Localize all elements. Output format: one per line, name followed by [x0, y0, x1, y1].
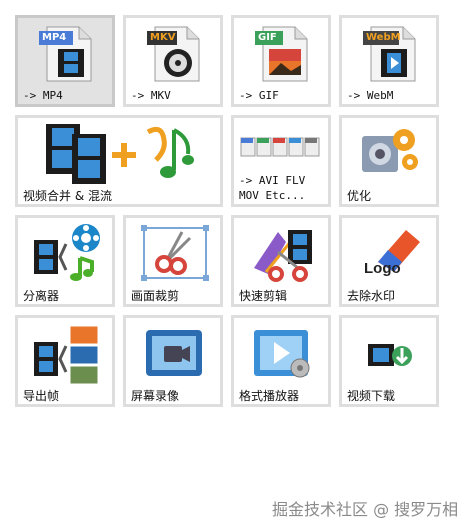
tile-label: 屏幕录像 — [131, 389, 180, 403]
tile-label: -> GIF — [239, 89, 279, 102]
mp4-badge-text: MP4 — [42, 32, 67, 43]
tile-label: 导出帧 — [23, 389, 60, 403]
tile-label: 视频下载 — [347, 389, 396, 403]
webm-badge-text: WebM — [366, 32, 401, 43]
tile-label: 视频合并 & 混流 — [23, 189, 112, 203]
quick-cut-icon — [254, 230, 312, 282]
tile-label: 画面裁剪 — [131, 289, 180, 303]
tile-remove-watermark[interactable]: Logo 去除水印 — [339, 215, 439, 307]
tile-label: 去除水印 — [347, 289, 396, 303]
tile-crop[interactable]: 画面裁剪 — [123, 215, 223, 307]
tile-to-mp4[interactable]: MP4 -> MP4 — [15, 15, 115, 107]
tile-export-frames[interactable]: 导出帧 — [15, 315, 115, 407]
tile-to-avi-flv-mov[interactable]: -> AVI FLV MOV Etc... — [231, 115, 331, 207]
gif-badge-text: GIF — [258, 32, 277, 43]
tile-label: 快速剪辑 — [239, 289, 288, 303]
logo-text: Logo — [364, 260, 401, 277]
tile-splitter[interactable]: 分离器 — [15, 215, 115, 307]
tile-label: 优化 — [347, 189, 372, 203]
screen-record-icon — [146, 330, 202, 376]
tile-label: -> WebM — [347, 89, 394, 102]
split-film-icon — [34, 224, 100, 281]
tile-label: 分离器 — [23, 289, 60, 303]
tile-video-download[interactable]: 视频下载 — [339, 315, 439, 407]
crop-scissors-icon — [141, 225, 209, 281]
export-frames-icon — [34, 325, 99, 385]
download-icon — [368, 344, 412, 366]
film-merge-icon — [46, 124, 194, 184]
tile-label: -> MKV — [131, 89, 171, 102]
watermark-text: 掘金技术社区 @ 搜罗万相 — [272, 500, 459, 519]
tile-to-mkv[interactable]: MKV -> MKV — [123, 15, 223, 107]
player-icon — [254, 330, 310, 378]
tile-label-line2: MOV Etc... — [239, 189, 306, 202]
tile-label: -> AVI FLV — [239, 174, 306, 187]
tile-screen-record[interactable]: 屏幕录像 — [123, 315, 223, 407]
tile-label: 格式播放器 — [239, 389, 300, 403]
mkv-badge-text: MKV — [150, 32, 176, 43]
tile-merge-mux[interactable]: 视频合并 & 混流 — [15, 115, 223, 207]
gear-optimize-icon — [362, 129, 418, 172]
tile-optimize[interactable]: 优化 — [339, 115, 439, 207]
tile-format-player[interactable]: 格式播放器 — [231, 315, 331, 407]
tile-label: -> MP4 — [23, 89, 63, 102]
multi-format-icon — [240, 137, 320, 157]
tile-quick-cut[interactable]: 快速剪辑 — [231, 215, 331, 307]
tile-to-gif[interactable]: GIF -> GIF — [231, 15, 331, 107]
tile-to-webm[interactable]: WebM -> WebM — [339, 15, 439, 107]
